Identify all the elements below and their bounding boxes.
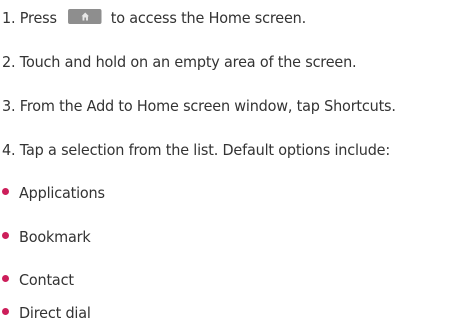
bullet-icon	[2, 232, 9, 239]
step-number: 1.	[2, 9, 16, 27]
list-item: Bookmark	[2, 227, 96, 247]
list-item: Direct dial	[2, 303, 96, 323]
step-text-after: to access the Home screen.	[110, 9, 307, 27]
step-text: Touch and hold on an empty area of the s…	[19, 53, 357, 71]
option-label: Applications	[19, 184, 105, 202]
step-1: 1. Press to access the Home screen.	[2, 8, 306, 28]
step-number: 4.	[2, 141, 16, 159]
list-item: Applications	[2, 183, 111, 203]
step-text: Tap a selection from the list. Default o…	[19, 141, 391, 159]
option-label: Direct dial	[19, 304, 91, 322]
step-text: From the Add to Home screen window, tap …	[19, 97, 396, 115]
bullet-icon	[2, 308, 9, 315]
home-key-icon	[67, 9, 102, 24]
bullet-icon	[2, 275, 9, 282]
instructions-document: 1. Press to access the Home screen. 2. To…	[0, 0, 471, 326]
step-number: 2.	[2, 53, 16, 71]
option-label: Bookmark	[19, 228, 91, 246]
step-2: 2. Touch and hold on an empty area of th…	[2, 52, 357, 72]
step-4: 4. Tap a selection from the list. Defaul…	[2, 140, 390, 160]
step-number: 3.	[2, 97, 16, 115]
bullet-icon	[2, 188, 9, 195]
step-text-before: Press	[19, 9, 57, 27]
step-3: 3. From the Add to Home screen window, t…	[2, 96, 396, 116]
list-item: Contact	[2, 270, 78, 290]
option-label: Contact	[19, 271, 74, 289]
